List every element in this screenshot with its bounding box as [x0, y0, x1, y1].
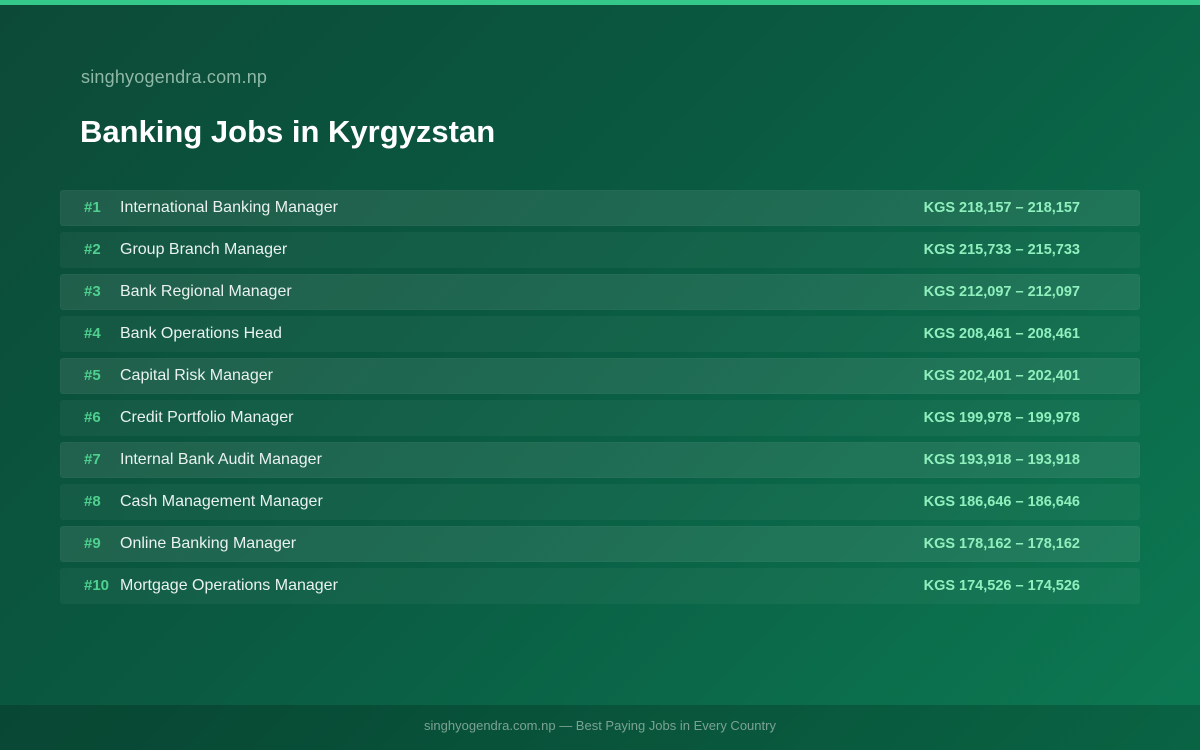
page-title: Banking Jobs in Kyrgyzstan: [80, 114, 496, 149]
list-item: #4 Bank Operations Head KGS 208,461 – 20…: [60, 316, 1140, 352]
site-name: singhyogendra.com.np: [81, 67, 268, 87]
job-title: Internal Bank Audit Manager: [120, 451, 322, 468]
rank-label: #6: [84, 409, 101, 426]
list-item: #5 Capital Risk Manager KGS 202,401 – 20…: [60, 358, 1140, 394]
job-title: Cash Management Manager: [120, 493, 323, 510]
rank-label: #10: [84, 577, 110, 594]
job-title: Credit Portfolio Manager: [120, 409, 294, 426]
footer: singhyogendra.com.np — Best Paying Jobs …: [0, 705, 1200, 750]
list-item: #6 Credit Portfolio Manager KGS 199,978 …: [60, 400, 1140, 436]
job-title: Bank Operations Head: [120, 325, 282, 342]
rank-label: #5: [84, 367, 101, 384]
salary-range: KGS 212,097 – 212,097: [923, 284, 1080, 300]
salary-range: KGS 178,162 – 178,162: [923, 536, 1080, 552]
job-title: Online Banking Manager: [120, 535, 297, 552]
jobs-list: #1 International Banking Manager KGS 218…: [60, 190, 1140, 610]
rank-label: #3: [84, 283, 101, 300]
job-title: Group Branch Manager: [120, 241, 288, 258]
salary-range: KGS 218,157 – 218,157: [923, 200, 1080, 216]
job-title: International Banking Manager: [120, 199, 338, 216]
salary-range: KGS 215,733 – 215,733: [923, 242, 1080, 258]
list-item: #3 Bank Regional Manager KGS 212,097 – 2…: [60, 274, 1140, 310]
list-item: #2 Group Branch Manager KGS 215,733 – 21…: [60, 232, 1140, 268]
top-accent-bar: [0, 0, 1200, 5]
rank-label: #9: [84, 535, 101, 552]
salary-range: KGS 202,401 – 202,401: [923, 368, 1080, 384]
salary-range: KGS 199,978 – 199,978: [923, 410, 1080, 426]
salary-range: KGS 186,646 – 186,646: [923, 494, 1080, 510]
salary-range: KGS 193,918 – 193,918: [923, 452, 1080, 468]
job-title: Capital Risk Manager: [120, 367, 273, 384]
list-item: #1 International Banking Manager KGS 218…: [60, 190, 1140, 226]
rank-label: #4: [84, 325, 101, 342]
list-item: #10 Mortgage Operations Manager KGS 174,…: [60, 568, 1140, 604]
list-item: #9 Online Banking Manager KGS 178,162 – …: [60, 526, 1140, 562]
rank-label: #8: [84, 493, 101, 510]
job-title: Bank Regional Manager: [120, 283, 292, 300]
rank-label: #7: [84, 451, 101, 468]
footer-text: singhyogendra.com.np — Best Paying Jobs …: [424, 718, 776, 733]
list-item: #7 Internal Bank Audit Manager KGS 193,9…: [60, 442, 1140, 478]
salary-range: KGS 174,526 – 174,526: [923, 578, 1080, 594]
rank-label: #1: [84, 199, 101, 216]
list-item: #8 Cash Management Manager KGS 186,646 –…: [60, 484, 1140, 520]
job-title: Mortgage Operations Manager: [120, 577, 338, 594]
salary-range: KGS 208,461 – 208,461: [923, 326, 1080, 342]
rank-label: #2: [84, 241, 101, 258]
